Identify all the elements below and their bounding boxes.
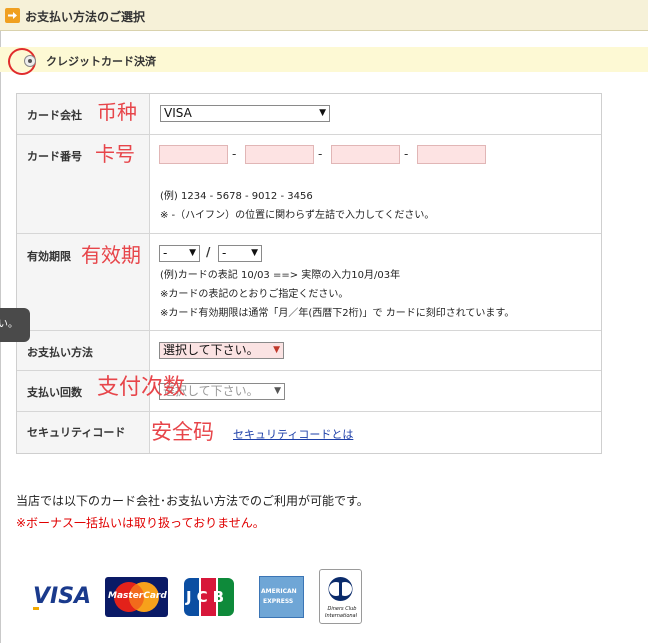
amex-box	[259, 576, 304, 618]
security-code-link[interactable]: セキュリティコードとは	[233, 426, 353, 442]
row-card-company: カード会社 币种 VISA ▼	[17, 94, 601, 135]
expiry-label: 有効期限	[27, 250, 71, 263]
mastercard-logo-text: MasterCard	[108, 591, 167, 601]
chevron-down-icon: ▼	[274, 386, 281, 396]
card-company-value: VISA	[164, 106, 192, 120]
credit-card-radio[interactable]	[24, 55, 36, 67]
label-cell: セキュリティコード	[17, 412, 150, 453]
row-security-code: セキュリティコード 安全码 セキュリティコードとは	[17, 412, 601, 453]
bonus-warning-text: ※ボーナス一括払いは取り扱っておりません。	[16, 516, 265, 530]
mastercard-logo: MasterCard	[105, 577, 168, 617]
label-cell: カード番号 卡号	[17, 135, 150, 233]
row-expiry: 有効期限 有效期 - ▼ / - ▼ (例)カードの表記 10/03 ==> 実…	[17, 234, 601, 331]
chevron-down-icon: ▼	[273, 345, 280, 355]
section-header: お支払い方法のご選択	[0, 0, 648, 31]
expiry-year-select[interactable]: - ▼	[218, 245, 262, 262]
expiry-year-value: -	[222, 246, 227, 260]
amex-logo: AMERICAN EXPRESS	[259, 576, 304, 618]
side-tab-text: い。	[0, 319, 18, 330]
jcb-logo-text: JCB	[186, 588, 230, 606]
visa-logo-text: VISA	[33, 584, 92, 609]
security-code-annotation: 安全码	[151, 420, 214, 444]
expiry-note-format: ※カード有効期限は通常「月／年(西暦下2桁)」で カードに刻印されています。	[160, 308, 515, 319]
diners-logo-line1: Diners Club	[327, 606, 357, 612]
card-number-field-1[interactable]	[159, 145, 228, 164]
dash-separator: -	[318, 147, 323, 161]
row-payment-type: お支払い方法 選択して下さい。 ▼	[17, 331, 601, 371]
installments-annotation: 支付次数	[97, 375, 186, 400]
chevron-down-icon: ▼	[251, 248, 258, 258]
card-number-field-4[interactable]	[417, 145, 486, 164]
card-company-select[interactable]: VISA ▼	[160, 105, 330, 122]
chevron-down-icon: ▼	[189, 248, 196, 258]
card-company-annotation: 币种	[97, 100, 137, 124]
payment-type-value: 選択して下さい。	[163, 343, 259, 357]
label-cell: カード会社 币种	[17, 94, 150, 134]
payment-type-label: お支払い方法	[27, 346, 93, 359]
chevron-down-icon: ▼	[319, 108, 326, 118]
jcb-logo: JCB	[184, 578, 234, 616]
section-title: お支払い方法のご選択	[25, 10, 146, 24]
card-form-table: カード会社 币种 VISA ▼ カード番号 卡号 - - - (例) 1234 …	[16, 93, 602, 454]
amex-logo-line2: EXPRESS	[263, 598, 294, 605]
payment-type-select[interactable]: 選択して下さい。 ▼	[159, 342, 284, 359]
expiry-note-instruction: ※カードの表記のとおりご指定ください。	[160, 289, 349, 300]
security-code-label: セキュリティコード	[27, 426, 126, 439]
dash-separator: -	[404, 147, 409, 161]
expiry-month-select[interactable]: - ▼	[159, 245, 200, 262]
visa-logo: VISA	[33, 584, 91, 610]
expiry-month-value: -	[163, 246, 168, 260]
card-number-field-3[interactable]	[331, 145, 400, 164]
accepted-cards-text: 当店では以下のカード会社･お支払い方法でのご利用が可能です。	[16, 494, 369, 508]
diners-circle-icon	[328, 577, 353, 601]
row-card-number: カード番号 卡号 - - - (例) 1234 - 5678 - 9012 - …	[17, 135, 601, 234]
label-cell: 有効期限 有效期	[17, 234, 150, 330]
dash-separator: -	[232, 147, 237, 161]
diners-logo: Diners Club International	[319, 569, 362, 624]
amex-logo-line1: AMERICAN	[261, 588, 297, 595]
card-company-label: カード会社	[27, 109, 82, 122]
arrow-right-icon	[5, 8, 20, 23]
payment-method-label: クレジットカード決済	[46, 55, 156, 68]
row-installments: 支払い回数 選択して下さい。 ▼ 支付次数	[17, 371, 601, 412]
slash-separator: /	[206, 245, 211, 259]
card-number-note: ※ -（ハイフン）の位置に関わらず左詰で入力してください。	[160, 210, 435, 221]
visa-accent	[33, 607, 39, 610]
side-tab[interactable]: い。	[0, 308, 30, 342]
expiry-note-example: (例)カードの表記 10/03 ==> 実際の入力10月/03年	[160, 270, 401, 281]
expiry-annotation: 有效期	[81, 243, 141, 267]
card-number-label: カード番号	[27, 150, 82, 163]
label-cell: お支払い方法	[17, 331, 150, 370]
card-number-annotation: 卡号	[95, 142, 135, 166]
card-number-example: (例) 1234 - 5678 - 9012 - 3456	[160, 191, 313, 202]
diners-logo-line2: International	[325, 613, 357, 619]
installments-label: 支払い回数	[27, 386, 82, 399]
card-number-field-2[interactable]	[245, 145, 314, 164]
